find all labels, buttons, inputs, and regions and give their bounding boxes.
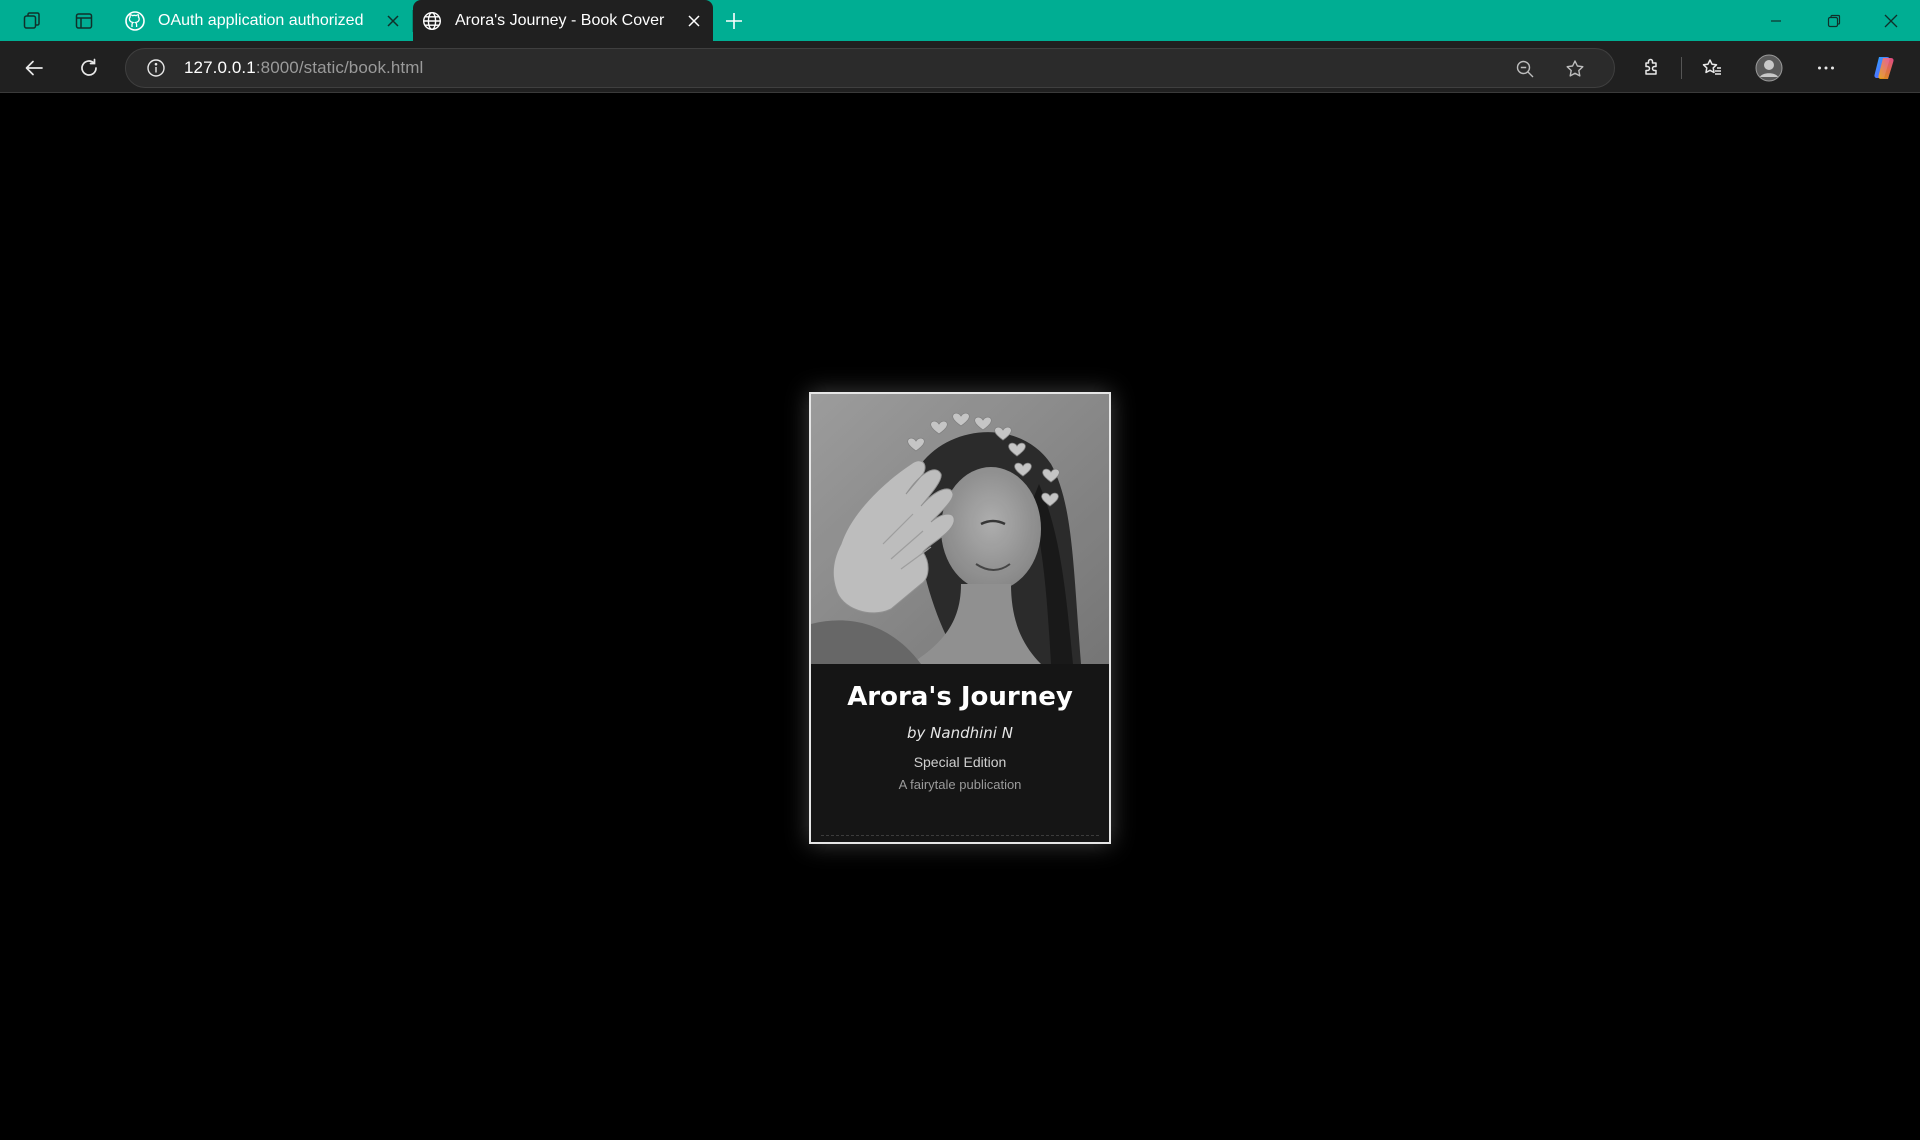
close-tab-icon[interactable] <box>378 6 408 36</box>
tab-oauth[interactable]: OAuth application authorized <box>116 0 412 41</box>
close-window-button[interactable] <box>1862 0 1920 41</box>
vertical-tabs-icon[interactable] <box>68 6 100 36</box>
tab-title: Arora's Journey - Book Cover <box>455 11 665 29</box>
book-title: Arora's Journey <box>847 682 1073 712</box>
url-text[interactable]: 127.0.0.1:8000/static/book.html <box>184 58 423 78</box>
extensions-icon[interactable] <box>1633 50 1669 86</box>
browser-titlebar: OAuth application authorized Arora's Jou… <box>0 0 1920 41</box>
reload-button[interactable] <box>71 50 107 86</box>
address-bar[interactable]: 127.0.0.1:8000/static/book.html <box>125 48 1615 88</box>
favorites-icon[interactable] <box>1694 50 1730 86</box>
cover-text-panel: Arora's Journey by Nandhini N Special Ed… <box>811 664 1109 842</box>
globe-icon <box>421 10 443 32</box>
tab-book-cover[interactable]: Arora's Journey - Book Cover <box>413 0 713 41</box>
profile-avatar[interactable] <box>1751 50 1787 86</box>
cover-divider <box>821 835 1099 836</box>
cover-photo <box>811 394 1109 664</box>
browser-toolbar: 127.0.0.1:8000/static/book.html <box>0 41 1920 93</box>
url-path: :8000/static/book.html <box>255 58 424 77</box>
book-author: by Nandhini N <box>907 724 1013 742</box>
book-cover: Arora's Journey by Nandhini N Special Ed… <box>809 392 1111 844</box>
tab-title: OAuth application authorized <box>158 11 364 29</box>
book-edition: Special Edition <box>913 754 1007 770</box>
favorite-star-icon[interactable] <box>1560 54 1590 84</box>
copilot-icon[interactable] <box>1866 50 1902 86</box>
more-options-icon[interactable] <box>1808 50 1844 86</box>
toolbar-divider <box>1681 57 1682 79</box>
restore-button[interactable] <box>1805 0 1863 41</box>
close-tab-icon[interactable] <box>679 6 709 36</box>
zoom-out-icon[interactable] <box>1510 54 1540 84</box>
site-info-icon[interactable] <box>144 56 168 80</box>
workspaces-icon[interactable] <box>16 6 48 36</box>
url-host: 127.0.0.1 <box>184 58 256 77</box>
new-tab-button[interactable] <box>718 5 750 37</box>
minimize-button[interactable] <box>1747 0 1805 41</box>
github-icon <box>124 10 146 32</box>
back-button[interactable] <box>16 50 52 86</box>
book-publisher: A fairytale publication <box>898 777 1022 792</box>
page-content: Arora's Journey by Nandhini N Special Ed… <box>0 94 1920 1140</box>
